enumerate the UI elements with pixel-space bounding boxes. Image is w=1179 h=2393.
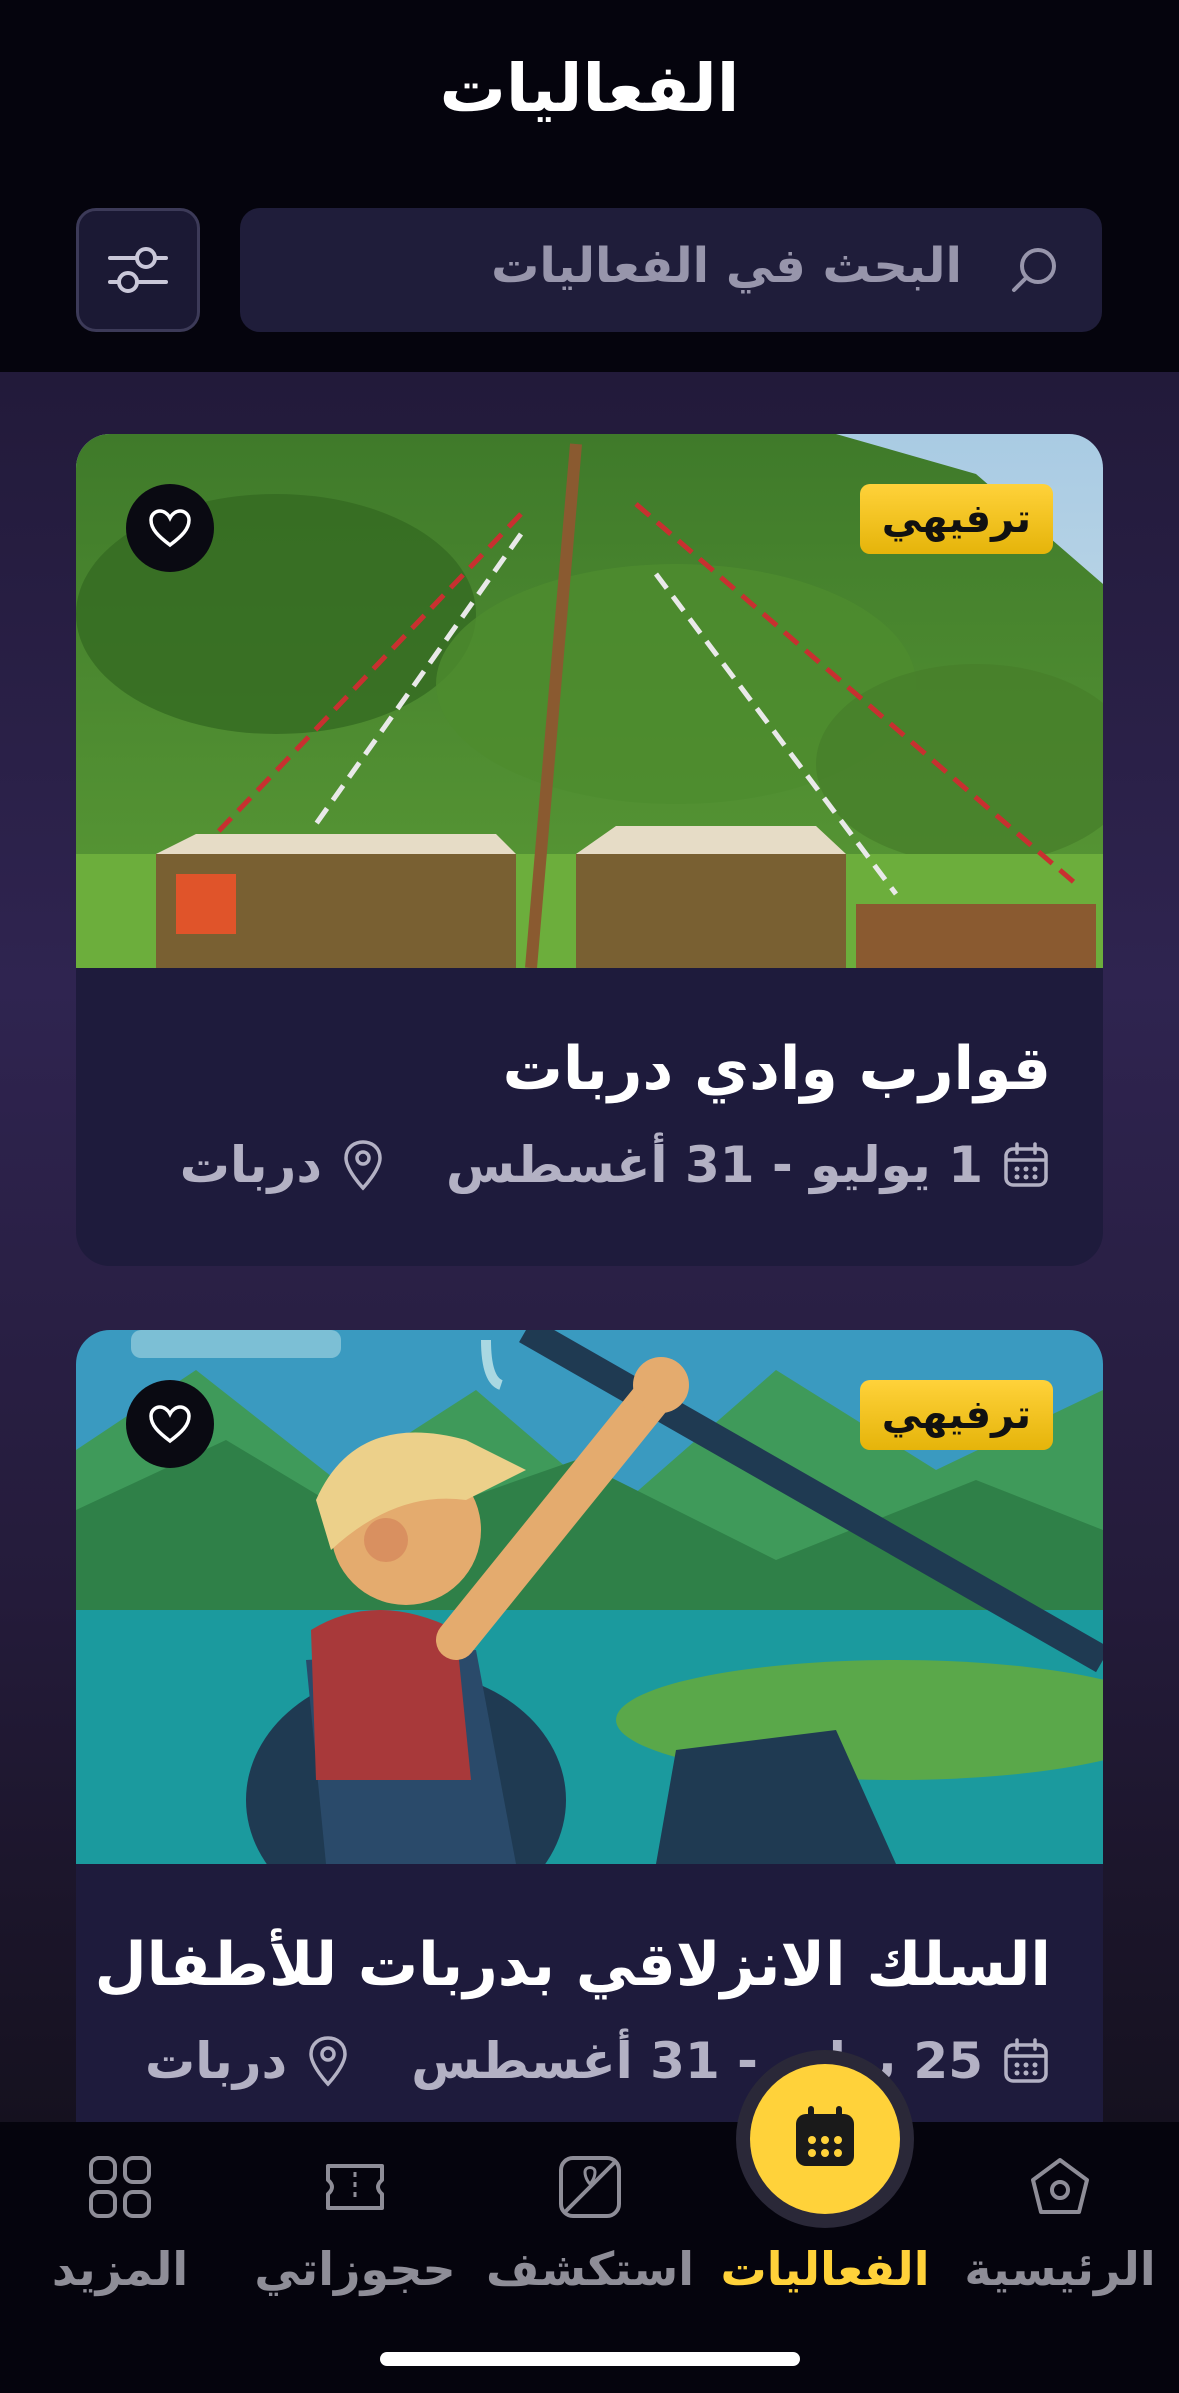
event-card[interactable]: ترفيهي السلك الانزلاقي بدربات للأطفال 25… [76,1330,1103,2230]
search-input[interactable]: البحث في الفعاليات [240,208,1102,332]
calendar-icon [1004,1142,1048,1187]
search-icon [1012,248,1056,292]
nav-label: حجوزاتي [254,2242,456,2296]
event-location: دربات [180,1136,386,1194]
event-location: دربات [145,2032,351,2090]
calendar-icon [1004,2038,1048,2083]
map-icon [559,2156,621,2218]
heart-icon [149,509,191,548]
filter-button[interactable] [76,208,200,332]
event-location-text: دربات [144,2032,288,2090]
nav-item-bookings[interactable]: حجوزاتي [250,2122,460,2322]
event-date-text: 25 يوليو - 31 أغسطس [411,2032,983,2090]
nav-item-more[interactable]: المزيد [20,2122,220,2322]
category-badge: ترفيهي [859,1380,1053,1450]
favorite-button[interactable] [126,484,214,572]
home-icon [1031,2158,1089,2214]
event-card[interactable]: ترفيهي قوارب وادي دربات 1 يوليو - 31 أغس… [76,434,1103,1266]
header: الفعاليات البحث في الفعاليات [0,0,1179,372]
nav-label: الفعاليات [720,2242,930,2296]
search-placeholder: البحث في الفعاليات [491,238,962,294]
favorite-button[interactable] [126,1380,214,1468]
events-fab-button[interactable] [750,2064,900,2214]
home-indicator [380,2352,800,2366]
location-pin-icon [309,2036,347,2087]
event-title: قوارب وادي دربات [502,1034,1051,1104]
sliders-icon [108,247,168,293]
grid-icon [89,2156,151,2218]
event-meta: 1 يوليو - 31 أغسطس دربات [180,1130,1051,1200]
nav-label: الرئيسية [964,2242,1156,2296]
event-title: السلك الانزلاقي بدربات للأطفال [94,1930,1051,2000]
events-list: ترفيهي قوارب وادي دربات 1 يوليو - 31 أغس… [0,372,1179,2230]
heart-icon [149,1405,191,1444]
category-badge: ترفيهي [859,484,1053,554]
event-location-text: دربات [179,1136,322,1194]
nav-label: المزيد [51,2242,189,2296]
location-pin-icon [344,1140,382,1191]
event-date: 25 يوليو - 31 أغسطس [411,2032,1051,2090]
page-title: الفعاليات [439,50,740,127]
nav-label: استكشف [485,2242,695,2296]
calendar-icon [796,2106,854,2166]
nav-item-explore[interactable]: استكشف [470,2122,710,2322]
event-date: 1 يوليو - 31 أغسطس [446,1136,1051,1194]
nav-item-home[interactable]: الرئيسية [960,2122,1160,2322]
event-meta: 25 يوليو - 31 أغسطس دربات [145,2026,1051,2096]
event-date-text: 1 يوليو - 31 أغسطس [446,1136,983,1194]
ticket-icon [326,2164,384,2210]
